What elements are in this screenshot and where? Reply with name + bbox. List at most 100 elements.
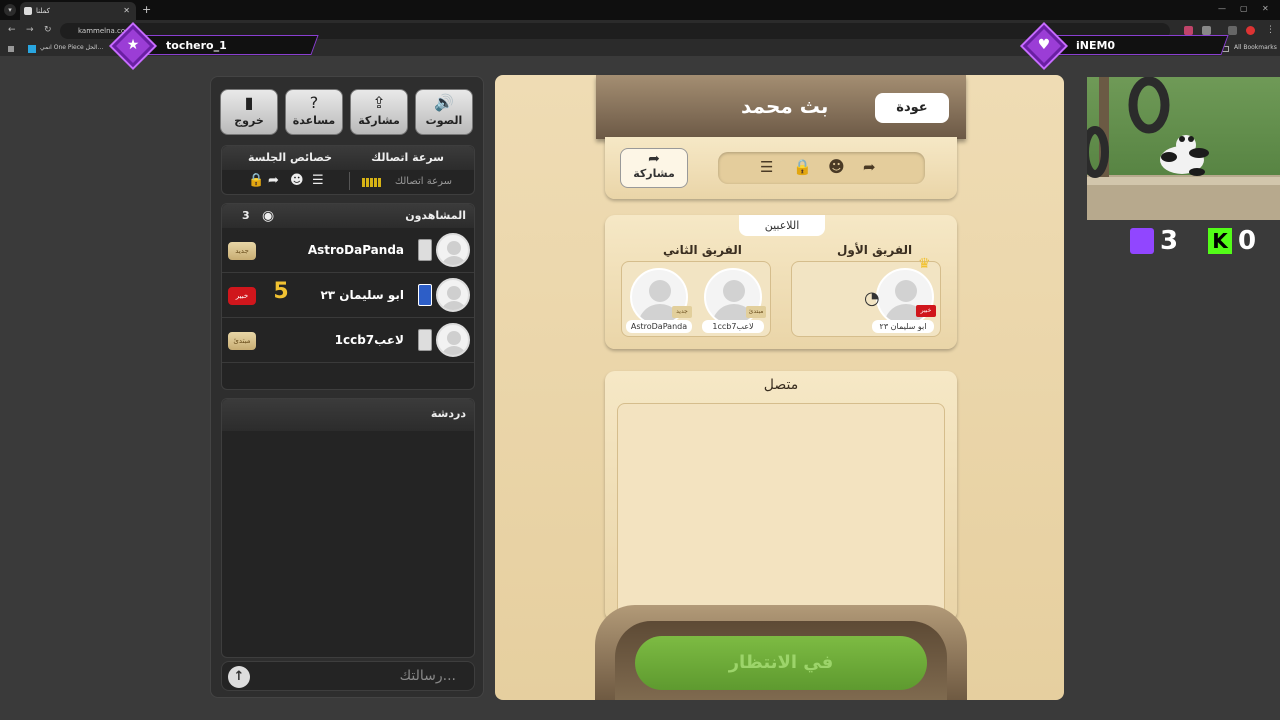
kick-icon: K [1208,228,1232,254]
browser-menu-icon[interactable]: ⋮ [1266,25,1275,35]
exit-label: خروج [234,114,264,127]
room-share-button[interactable]: ➦ مشاركة [620,148,688,188]
speed-label: سرعة اتصالك [394,176,452,187]
new-tab-button[interactable]: + [142,3,151,16]
player-avatar[interactable] [876,268,934,326]
players-card: اللاعبين الفريق الأول الفريق الثاني ♛ ◔ … [605,215,957,349]
minimize-icon[interactable]: — [1218,4,1226,13]
share-button[interactable]: ⇪ مشاركة [350,89,408,135]
viewers-title: المشاهدون [405,209,466,222]
heart-icon: ♥ [1037,37,1051,53]
crown-icon: ♛ [918,256,931,272]
eye-icon: ◉ [262,208,275,224]
avatar [436,233,470,267]
window-close-icon[interactable]: ✕ [1262,4,1269,13]
props-title: خصائص الجلسة [247,151,332,164]
player-name: ابو سليمان ٢٣ [872,320,934,333]
game-room-panel: بث محمد عودة ➦ مشاركة ☰ 🔒 ☻ ➦ اللاعبين ا… [495,75,1064,700]
divider [349,172,350,190]
online-list [617,403,945,617]
forward-icon[interactable]: → [26,25,34,35]
team2-slots: مبتدئ 1ccb7لاعب جديد AstroDaPanda [621,261,771,337]
card-icon [418,239,432,261]
smiley-icon: ☻ [828,157,845,176]
back-button[interactable]: عودة [875,93,949,123]
reload-icon[interactable]: ↻ [44,25,52,35]
star-icon: ★ [126,37,140,53]
profile-icon[interactable] [1228,26,1237,35]
speed-title: سرعة اتصالك [371,151,444,164]
streamer-name-tag [136,35,319,55]
avatar [436,323,470,357]
exit-button[interactable]: ▮ خروج [220,89,278,135]
forward-arrow-icon: ➦ [268,173,279,188]
card-icon [418,284,432,306]
viewers-list: المشاهدون ◉ 3 AstroDaPanda جديد ابو سليم… [221,203,475,390]
sound-button[interactable]: 🔊 الصوت [415,89,473,135]
chat-input-bar: رسالتك... ↑ [221,661,475,691]
room-options-bar: ➦ مشاركة ☰ 🔒 ☻ ➦ [605,137,957,199]
share-label: مشاركة [358,114,400,127]
chat-panel: دردشة [221,398,475,658]
chat-header: دردشة [222,399,474,431]
record-icon[interactable] [1246,26,1255,35]
streamer-name: tochero_1 [166,39,227,52]
bookmark-link[interactable]: انمي One Piece الحل... [40,44,103,51]
room-title-bar: بث محمد عودة [596,75,966,139]
viewer-name: AstroDaPanda [307,243,404,257]
all-bookmarks-link[interactable]: All Bookmarks [1234,44,1277,51]
viewer-row[interactable]: ابو سليمان ٢٣ خبير 5 [222,273,474,318]
viewer-name: ابو سليمان ٢٣ [320,288,404,302]
share-arrow-icon: ➦ [648,151,660,167]
player-badge: جديد [672,306,692,318]
browser-tab[interactable]: كملنا ✕ [20,2,136,20]
twitch-icon [1130,228,1154,254]
tab-favicon-icon [24,7,32,15]
spectator-icon: ◔ [864,288,880,309]
help-icon: ? [309,93,319,112]
viewers-count: 3 [242,209,250,222]
player-name: 1ccb7لاعب [702,320,764,333]
maximize-icon[interactable]: ▢ [1240,4,1248,13]
twitch-score: 3 [1160,226,1179,256]
send-button[interactable]: ↑ [228,666,250,688]
webcam-feed [1081,76,1280,220]
players-label: اللاعبين [739,215,825,236]
session-info: سرعة اتصالك خصائص الجلسة سرعة اتصالك ☰ ☻… [221,145,475,195]
extension-icon[interactable] [1184,26,1193,35]
waiting-button[interactable]: في الانتظار [635,636,927,690]
bookmark-favicon-icon [28,45,36,53]
chat-input[interactable]: رسالتك... [400,668,456,684]
team1-title: الفريق الأول [837,243,913,257]
apps-icon[interactable] [8,46,14,52]
card-icon [418,329,432,351]
avatar [436,278,470,312]
guest-name: iNEM0 [1076,39,1116,52]
help-label: مساعدة [292,114,336,127]
viewer-row[interactable]: 1ccb7لاعب مبتدئ [222,318,474,363]
signal-bars-icon [362,178,382,187]
help-button[interactable]: ? مساعدة [285,89,343,135]
lock-icon: 🔒 [793,158,812,176]
tab-search-button[interactable]: ▾ [4,4,16,16]
extensions-puzzle-icon[interactable] [1202,26,1211,35]
rules-list-icon: ☰ [312,173,324,188]
panda-scene-icon [1081,76,1280,220]
player-badge: خبير [916,305,936,317]
room-title: بث محمد [741,94,829,118]
rules-list-icon: ☰ [760,158,774,176]
share-icon: ⇪ [372,93,386,112]
browser-tabbar: ▾ كملنا ✕ + — ▢ ✕ [0,0,1280,20]
online-label: متصل [763,377,799,393]
team2-title: الفريق الثاني [663,243,742,257]
room-share-label: مشاركة [633,167,675,180]
guest-name-tag [1046,35,1229,55]
tab-close-icon[interactable]: ✕ [123,6,130,15]
player-name: AstroDaPanda [626,320,692,333]
back-icon[interactable]: ← [8,25,16,35]
rank-5-icon: 5 [273,279,289,304]
viewer-row[interactable]: AstroDaPanda جديد [222,228,474,273]
sound-label: الصوت [425,114,463,127]
room-settings-icons: ☰ 🔒 ☻ ➦ [718,152,925,184]
smiley-icon: ☻ [290,173,304,188]
